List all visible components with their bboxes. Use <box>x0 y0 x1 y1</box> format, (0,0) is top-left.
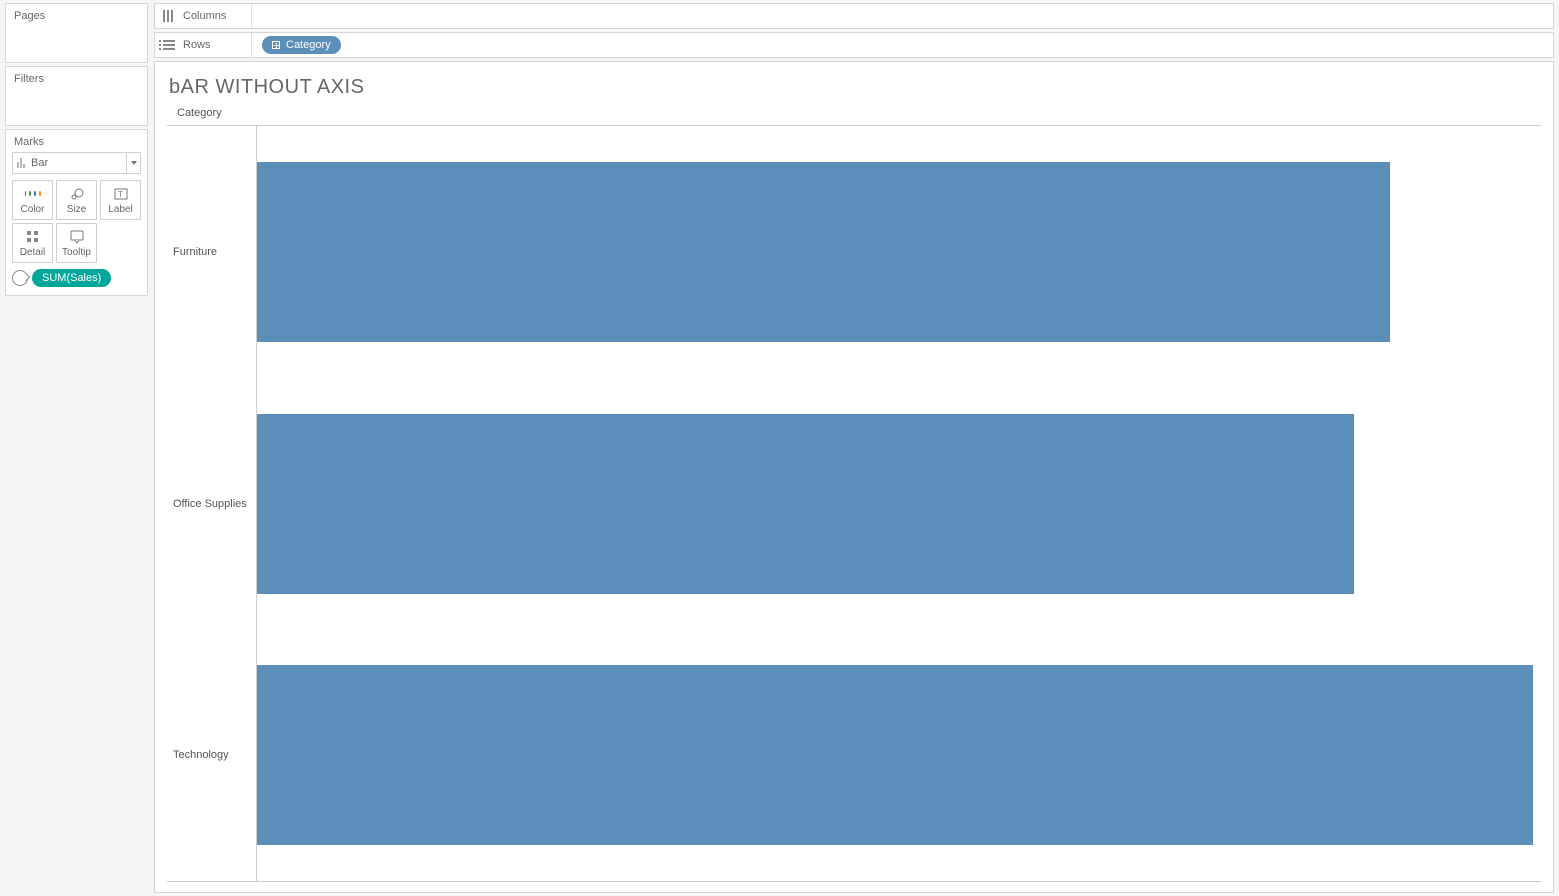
label-label: Label <box>108 204 132 215</box>
bar-office-supplies[interactable] <box>257 414 1354 594</box>
visualization-pane: bAR WITHOUT AXIS Category Furniture Offi… <box>154 61 1554 893</box>
tooltip-icon <box>69 229 85 245</box>
category-label-1[interactable]: Office Supplies <box>167 378 256 630</box>
rows-content[interactable]: Category <box>251 33 1545 57</box>
filters-title: Filters <box>6 67 147 91</box>
pages-title: Pages <box>6 4 147 28</box>
category-labels-column: Furniture Office Supplies Technology <box>167 126 257 881</box>
color-label: Color <box>21 204 45 215</box>
row-field-header[interactable]: Category <box>167 107 1541 126</box>
svg-text:T: T <box>118 190 123 199</box>
bar-technology[interactable] <box>257 665 1533 845</box>
filters-shelf[interactable]: Filters <box>5 66 148 126</box>
left-sidebar: Pages Filters Marks Bar Color <box>0 0 151 896</box>
detail-icon <box>25 229 41 245</box>
label-icon: T <box>113 186 129 202</box>
columns-shelf[interactable]: Columns <box>154 3 1554 29</box>
columns-label: Columns <box>183 10 243 22</box>
pill-text: SUM(Sales) <box>42 272 101 284</box>
bars-column <box>257 126 1541 881</box>
right-area: Columns Rows Category bAR WITHOUT AXIS C… <box>151 0 1559 896</box>
app-root: Pages Filters Marks Bar Color <box>0 0 1559 896</box>
size-icon <box>69 186 85 202</box>
category-label-0[interactable]: Furniture <box>167 126 256 378</box>
rows-shelf[interactable]: Rows Category <box>154 32 1554 58</box>
label-button[interactable]: T Label <box>100 180 141 220</box>
sum-sales-pill[interactable]: SUM(Sales) <box>32 269 111 287</box>
columns-icon <box>163 10 175 22</box>
marks-title: Marks <box>6 130 147 152</box>
bar-chart-icon <box>17 158 25 168</box>
chart-area: Furniture Office Supplies Technology <box>167 126 1541 882</box>
color-button[interactable]: Color <box>12 180 53 220</box>
category-label-2[interactable]: Technology <box>167 629 256 881</box>
plus-icon <box>272 41 280 49</box>
label-shelf-row: SUM(Sales) <box>6 263 147 287</box>
color-icon <box>25 186 41 202</box>
detail-button[interactable]: Detail <box>12 223 53 263</box>
detail-label: Detail <box>20 247 46 258</box>
rows-label: Rows <box>183 39 243 51</box>
label-shelf-icon <box>12 270 28 286</box>
columns-content[interactable] <box>251 4 1545 28</box>
chart-title[interactable]: bAR WITHOUT AXIS <box>165 72 1543 107</box>
rows-icon <box>163 40 175 50</box>
mark-type-dropdown[interactable]: Bar <box>12 152 141 174</box>
category-pill-text: Category <box>286 39 331 51</box>
size-button[interactable]: Size <box>56 180 97 220</box>
bar-furniture[interactable] <box>257 162 1390 342</box>
category-pill[interactable]: Category <box>262 36 341 54</box>
marks-card: Marks Bar Color Size <box>5 129 148 296</box>
chevron-down-icon <box>126 153 140 173</box>
size-label: Size <box>67 204 86 215</box>
pages-shelf[interactable]: Pages <box>5 3 148 63</box>
mark-type-label: Bar <box>31 157 48 169</box>
tooltip-button[interactable]: Tooltip <box>56 223 97 263</box>
tooltip-label: Tooltip <box>62 247 91 258</box>
